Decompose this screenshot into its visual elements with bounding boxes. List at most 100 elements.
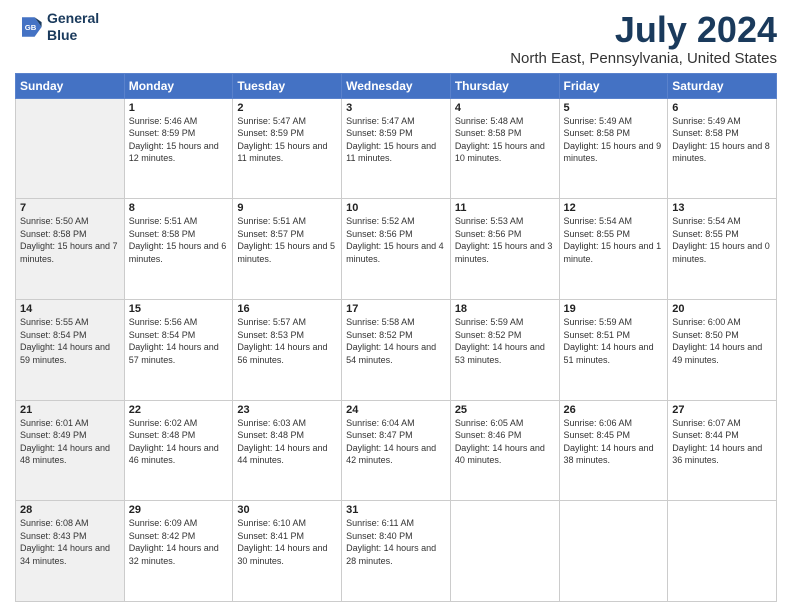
sunset-text: Sunset: 8:47 PM (346, 430, 413, 440)
day-number: 3 (346, 102, 446, 114)
week-row-2: 14 Sunrise: 5:55 AM Sunset: 8:54 PM Dayl… (16, 299, 777, 400)
day-info: Sunrise: 5:49 AM Sunset: 8:58 PM Dayligh… (672, 115, 772, 165)
day-info: Sunrise: 6:00 AM Sunset: 8:50 PM Dayligh… (672, 316, 772, 366)
calendar-cell: 3 Sunrise: 5:47 AM Sunset: 8:59 PM Dayli… (342, 98, 451, 199)
day-info: Sunrise: 5:48 AM Sunset: 8:58 PM Dayligh… (455, 115, 555, 165)
calendar-cell: 16 Sunrise: 5:57 AM Sunset: 8:53 PM Dayl… (233, 299, 342, 400)
calendar-cell: 20 Sunrise: 6:00 AM Sunset: 8:50 PM Dayl… (668, 299, 777, 400)
day-info: Sunrise: 5:59 AM Sunset: 8:51 PM Dayligh… (564, 316, 664, 366)
daylight-text: Daylight: 15 hours and 12 minutes. (129, 141, 219, 164)
sunset-text: Sunset: 8:59 PM (346, 128, 413, 138)
day-info: Sunrise: 5:54 AM Sunset: 8:55 PM Dayligh… (564, 215, 664, 265)
day-info: Sunrise: 6:03 AM Sunset: 8:48 PM Dayligh… (237, 417, 337, 467)
daylight-text: Daylight: 15 hours and 9 minutes. (564, 141, 662, 164)
day-info: Sunrise: 6:11 AM Sunset: 8:40 PM Dayligh… (346, 517, 446, 567)
sunset-text: Sunset: 8:54 PM (129, 330, 196, 340)
logo-line2: Blue (47, 27, 99, 44)
sunrise-text: Sunrise: 5:58 AM (346, 317, 415, 327)
day-number: 22 (129, 404, 229, 416)
sunrise-text: Sunrise: 6:01 AM (20, 418, 89, 428)
day-number: 18 (455, 303, 555, 315)
day-number: 15 (129, 303, 229, 315)
calendar-cell: 14 Sunrise: 5:55 AM Sunset: 8:54 PM Dayl… (16, 299, 125, 400)
day-number: 7 (20, 202, 120, 214)
sunrise-text: Sunrise: 5:54 AM (672, 216, 741, 226)
day-number: 6 (672, 102, 772, 114)
calendar-cell: 21 Sunrise: 6:01 AM Sunset: 8:49 PM Dayl… (16, 400, 125, 501)
sunrise-text: Sunrise: 5:52 AM (346, 216, 415, 226)
sunset-text: Sunset: 8:48 PM (237, 430, 304, 440)
day-info: Sunrise: 5:47 AM Sunset: 8:59 PM Dayligh… (346, 115, 446, 165)
daylight-text: Daylight: 14 hours and 42 minutes. (346, 443, 436, 466)
day-number: 2 (237, 102, 337, 114)
day-number: 11 (455, 202, 555, 214)
header: GB General Blue July 2024 North East, Pe… (15, 10, 777, 67)
day-info: Sunrise: 6:06 AM Sunset: 8:45 PM Dayligh… (564, 417, 664, 467)
sunset-text: Sunset: 8:58 PM (20, 229, 87, 239)
day-info: Sunrise: 5:50 AM Sunset: 8:58 PM Dayligh… (20, 215, 120, 265)
day-info: Sunrise: 5:52 AM Sunset: 8:56 PM Dayligh… (346, 215, 446, 265)
day-number: 5 (564, 102, 664, 114)
calendar-cell: 6 Sunrise: 5:49 AM Sunset: 8:58 PM Dayli… (668, 98, 777, 199)
daylight-text: Daylight: 15 hours and 7 minutes. (20, 241, 118, 264)
sunset-text: Sunset: 8:41 PM (237, 531, 304, 541)
daylight-text: Daylight: 14 hours and 46 minutes. (129, 443, 219, 466)
sunrise-text: Sunrise: 5:59 AM (455, 317, 524, 327)
day-number: 24 (346, 404, 446, 416)
daylight-text: Daylight: 14 hours and 51 minutes. (564, 342, 654, 365)
daylight-text: Daylight: 14 hours and 28 minutes. (346, 543, 436, 566)
calendar-cell: 26 Sunrise: 6:06 AM Sunset: 8:45 PM Dayl… (559, 400, 668, 501)
sunrise-text: Sunrise: 6:11 AM (346, 518, 414, 528)
day-info: Sunrise: 6:01 AM Sunset: 8:49 PM Dayligh… (20, 417, 120, 467)
daylight-text: Daylight: 15 hours and 3 minutes. (455, 241, 553, 264)
day-info: Sunrise: 5:55 AM Sunset: 8:54 PM Dayligh… (20, 316, 120, 366)
calendar-cell: 12 Sunrise: 5:54 AM Sunset: 8:55 PM Dayl… (559, 199, 668, 300)
sunset-text: Sunset: 8:48 PM (129, 430, 196, 440)
sunset-text: Sunset: 8:59 PM (129, 128, 196, 138)
calendar-cell: 1 Sunrise: 5:46 AM Sunset: 8:59 PM Dayli… (124, 98, 233, 199)
day-info: Sunrise: 6:05 AM Sunset: 8:46 PM Dayligh… (455, 417, 555, 467)
logo-text: General Blue (47, 10, 99, 44)
sunrise-text: Sunrise: 6:00 AM (672, 317, 741, 327)
sunrise-text: Sunrise: 6:10 AM (237, 518, 306, 528)
day-number: 19 (564, 303, 664, 315)
sunset-text: Sunset: 8:58 PM (129, 229, 196, 239)
sunrise-text: Sunrise: 5:57 AM (237, 317, 306, 327)
sunset-text: Sunset: 8:43 PM (20, 531, 87, 541)
calendar-cell: 31 Sunrise: 6:11 AM Sunset: 8:40 PM Dayl… (342, 501, 451, 602)
day-number: 31 (346, 504, 446, 516)
calendar-cell (668, 501, 777, 602)
sunrise-text: Sunrise: 5:48 AM (455, 116, 524, 126)
calendar-cell: 4 Sunrise: 5:48 AM Sunset: 8:58 PM Dayli… (450, 98, 559, 199)
weekday-header-row: SundayMondayTuesdayWednesdayThursdayFrid… (16, 73, 777, 98)
week-row-4: 28 Sunrise: 6:08 AM Sunset: 8:43 PM Dayl… (16, 501, 777, 602)
calendar-cell: 13 Sunrise: 5:54 AM Sunset: 8:55 PM Dayl… (668, 199, 777, 300)
sunrise-text: Sunrise: 6:03 AM (237, 418, 306, 428)
calendar-table: SundayMondayTuesdayWednesdayThursdayFrid… (15, 73, 777, 602)
sunset-text: Sunset: 8:51 PM (564, 330, 631, 340)
sunrise-text: Sunrise: 6:05 AM (455, 418, 524, 428)
calendar-body: 1 Sunrise: 5:46 AM Sunset: 8:59 PM Dayli… (16, 98, 777, 601)
sunset-text: Sunset: 8:58 PM (672, 128, 739, 138)
day-number: 29 (129, 504, 229, 516)
daylight-text: Daylight: 14 hours and 40 minutes. (455, 443, 545, 466)
daylight-text: Daylight: 14 hours and 36 minutes. (672, 443, 762, 466)
daylight-text: Daylight: 14 hours and 49 minutes. (672, 342, 762, 365)
sunset-text: Sunset: 8:55 PM (672, 229, 739, 239)
weekday-header-saturday: Saturday (668, 73, 777, 98)
sunrise-text: Sunrise: 5:59 AM (564, 317, 633, 327)
sunrise-text: Sunrise: 5:49 AM (564, 116, 633, 126)
day-number: 8 (129, 202, 229, 214)
calendar-cell: 2 Sunrise: 5:47 AM Sunset: 8:59 PM Dayli… (233, 98, 342, 199)
sunset-text: Sunset: 8:50 PM (672, 330, 739, 340)
day-number: 12 (564, 202, 664, 214)
sunrise-text: Sunrise: 6:09 AM (129, 518, 198, 528)
day-info: Sunrise: 5:57 AM Sunset: 8:53 PM Dayligh… (237, 316, 337, 366)
sunset-text: Sunset: 8:57 PM (237, 229, 304, 239)
day-info: Sunrise: 5:59 AM Sunset: 8:52 PM Dayligh… (455, 316, 555, 366)
sunset-text: Sunset: 8:40 PM (346, 531, 413, 541)
sunset-text: Sunset: 8:58 PM (564, 128, 631, 138)
sunset-text: Sunset: 8:44 PM (672, 430, 739, 440)
sunset-text: Sunset: 8:54 PM (20, 330, 87, 340)
daylight-text: Daylight: 15 hours and 8 minutes. (672, 141, 770, 164)
